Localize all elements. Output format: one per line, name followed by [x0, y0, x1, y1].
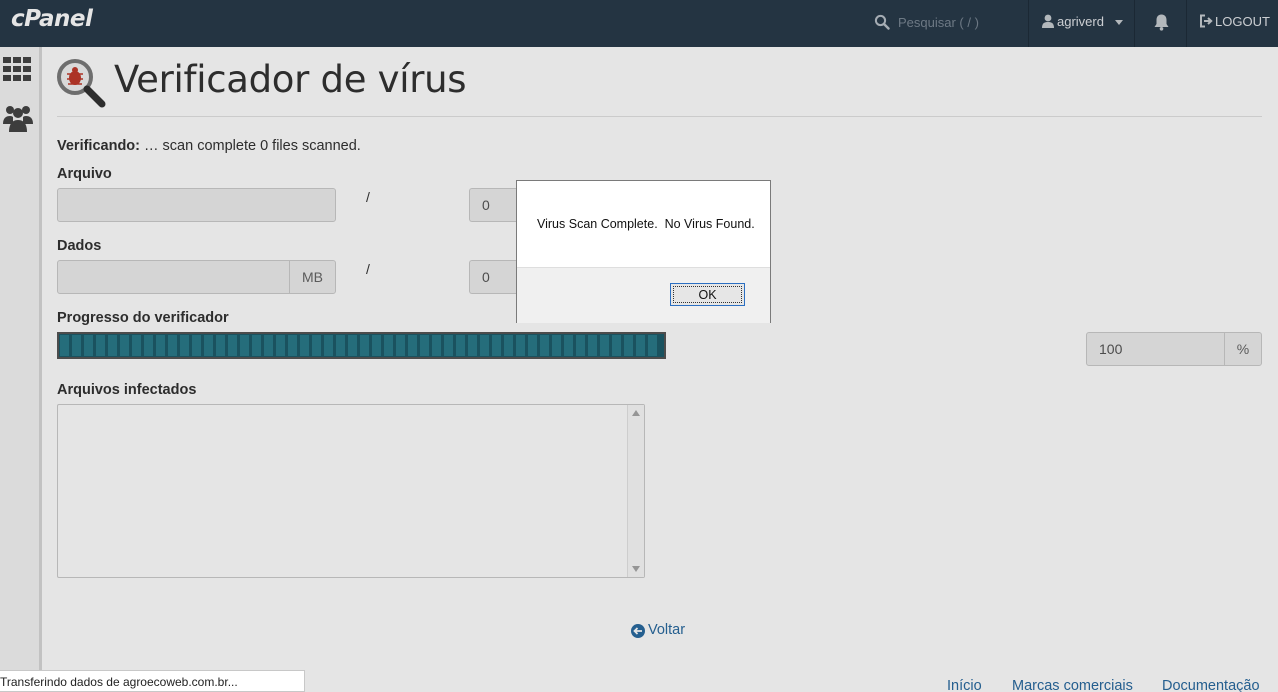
- modal-overlay: [0, 0, 1278, 692]
- dialog-footer: OK: [517, 267, 770, 323]
- dialog-message: Virus Scan Complete. No Virus Found.: [537, 217, 755, 231]
- alert-dialog: Virus Scan Complete. No Virus Found. OK: [516, 180, 771, 323]
- browser-status-bar: Transferindo dados de agroecoweb.com.br.…: [0, 670, 305, 692]
- ok-button[interactable]: OK: [670, 283, 745, 306]
